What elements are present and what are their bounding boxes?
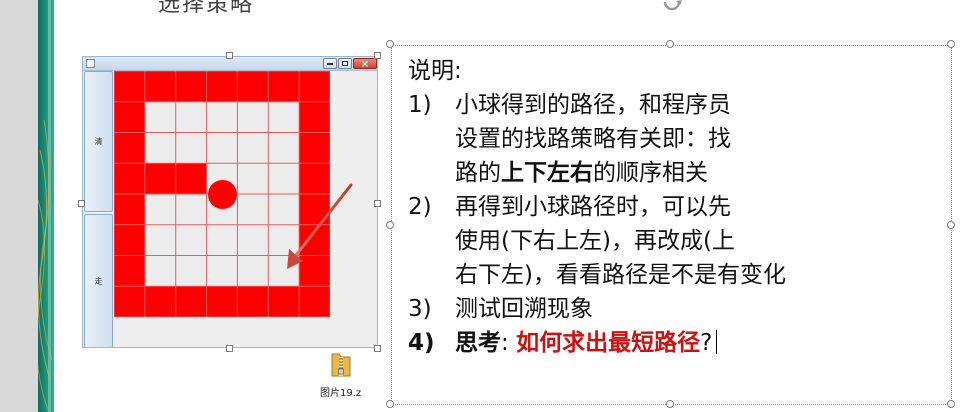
partial-slide-text: 选择策略 [158, 0, 255, 17]
emphasized-text: 上下左右 [501, 160, 593, 186]
zip-folder-icon[interactable] [330, 350, 352, 378]
go-button[interactable]: 走 [84, 214, 113, 347]
list-number: 3) [408, 296, 432, 322]
list-number: 2) [408, 194, 432, 220]
resize-handle[interactable] [226, 345, 233, 352]
maximize-button[interactable] [338, 58, 352, 69]
list-text: 右下左)，看看路径是不是有变化 [455, 262, 786, 288]
resize-handle[interactable] [386, 400, 394, 408]
resize-handle[interactable] [374, 200, 381, 207]
highlighted-question: 如何求出最短路径 [516, 330, 701, 356]
list-text: 思考 [455, 330, 501, 356]
resize-handle[interactable] [947, 400, 955, 408]
ball [207, 179, 237, 209]
rotate-handle-icon[interactable] [660, 0, 684, 16]
list-number: 1) [408, 92, 432, 118]
slide-editor-canvas: 选择策略 清 走 图片19.z 说明: 1) 小球得到的路径，和程序员 设置的找… [0, 0, 960, 412]
notes-content[interactable]: 说明: 1) 小球得到的路径，和程序员 设置的找路策略有关即：找 路的上下左右的… [408, 54, 938, 360]
list-number: 4) [408, 330, 435, 356]
resize-handle[interactable] [947, 40, 955, 48]
attachment-file-name[interactable]: 图片19.z [320, 384, 361, 399]
close-button[interactable] [353, 58, 377, 69]
resize-handle[interactable] [374, 345, 381, 352]
list-text: 设置的找路策略有关即：找 [455, 126, 731, 152]
list-text: 再得到小球路径时，可以先 [455, 194, 731, 220]
list-item: 4) 思考: 如何求出最短路径? [408, 326, 938, 360]
list-item: 3) 测试回溯现象 [408, 292, 938, 326]
window-title-bar [83, 57, 377, 71]
resize-handle[interactable] [947, 221, 955, 229]
list-text: 使用(下右上左)，再改成(上 [455, 228, 735, 254]
java-app-icon [86, 59, 95, 68]
list-text: 小球得到的路径，和程序员 [455, 92, 731, 118]
list-text: ? [700, 330, 713, 356]
resize-handle[interactable] [386, 40, 394, 48]
notes-heading: 说明: [408, 58, 462, 84]
clear-button[interactable]: 清 [84, 71, 113, 212]
resize-handle[interactable] [78, 200, 85, 207]
resize-handle[interactable] [386, 221, 394, 229]
decorative-curves [38, 119, 53, 411]
list-text: 路的 [455, 160, 501, 186]
resize-handle[interactable] [666, 400, 674, 408]
resize-handle[interactable] [374, 52, 381, 59]
maze-app-window-picture[interactable]: 清 走 [82, 56, 378, 348]
notes-text-box[interactable]: 说明: 1) 小球得到的路径，和程序员 设置的找路策略有关即：找 路的上下左右的… [391, 45, 952, 405]
text-cursor [716, 330, 718, 354]
list-item: 1) 小球得到的路径，和程序员 设置的找路策略有关即：找 路的上下左右的顺序相关 [408, 88, 938, 190]
list-item: 2) 再得到小球路径时，可以先 使用(下右上左)，再改成(上 右下左)，看看路径… [408, 190, 938, 292]
list-text: : [501, 330, 517, 356]
resize-handle[interactable] [226, 52, 233, 59]
resize-handle[interactable] [666, 40, 674, 48]
list-text: 测试回溯现象 [455, 296, 593, 322]
minimize-button[interactable] [323, 58, 337, 69]
annotation-arrow-icon [287, 183, 353, 269]
editor-left-margin [0, 0, 38, 412]
list-text: 的顺序相关 [593, 160, 708, 186]
